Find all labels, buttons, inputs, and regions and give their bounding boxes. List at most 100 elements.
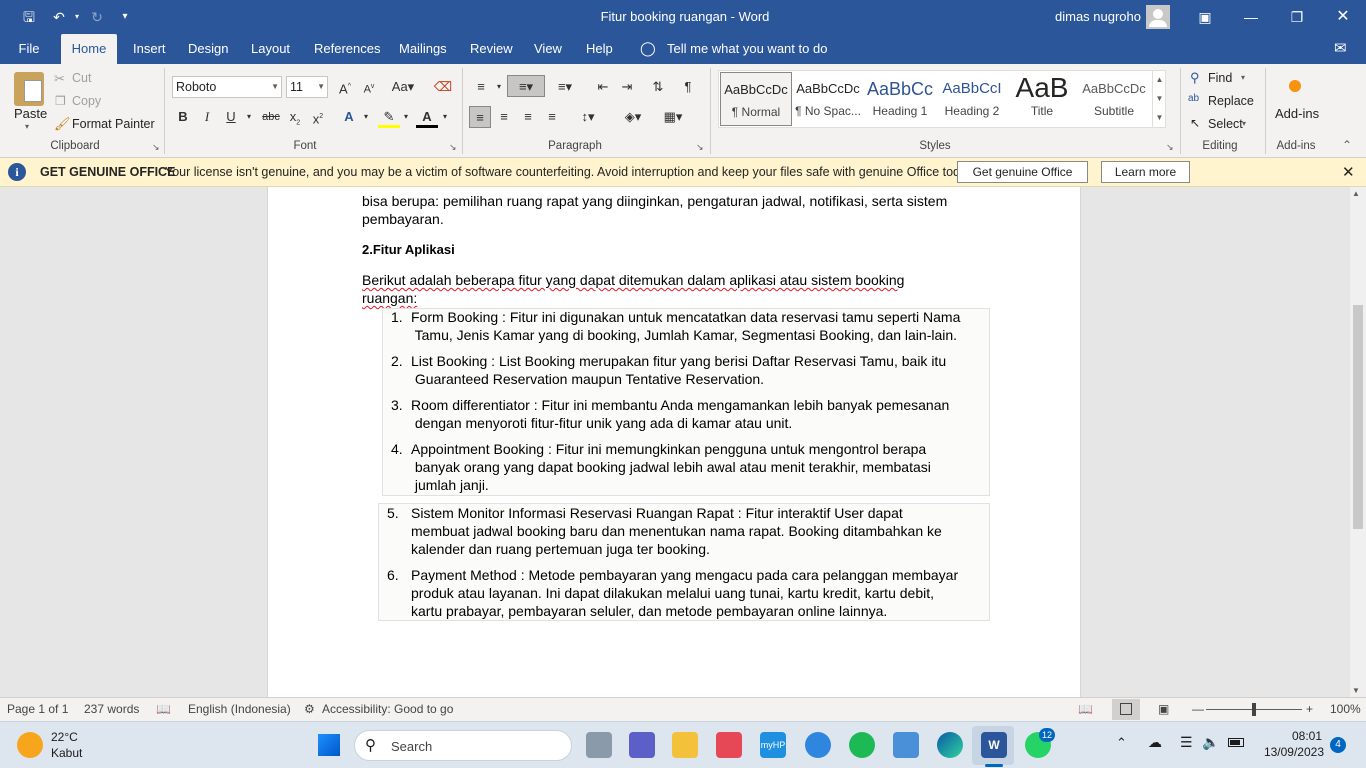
page-count[interactable]: Page 1 of 1 (7, 702, 68, 716)
align-right-icon[interactable]: ≡ (517, 106, 539, 128)
strikethrough-icon[interactable]: abc (260, 106, 282, 128)
font-color-dropdown-icon[interactable]: ▾ (434, 106, 456, 128)
superscript-icon[interactable]: x2 (307, 106, 329, 128)
add-ins-icon[interactable] (1289, 80, 1301, 92)
close-banner-icon[interactable]: ✕ (1342, 163, 1355, 181)
minimize-icon[interactable]: — (1242, 8, 1260, 26)
web-layout-icon[interactable]: ▣ (1158, 702, 1169, 716)
clear-formatting-icon[interactable]: ⌫ (432, 76, 454, 98)
print-layout-icon[interactable] (1112, 699, 1140, 720)
tab-design[interactable]: Design (182, 34, 232, 64)
copy-icon[interactable]: ❐ (55, 94, 66, 108)
find-button[interactable]: Find (1208, 71, 1232, 85)
scrollbar-thumb[interactable] (1353, 305, 1363, 529)
replace-button[interactable]: Replace (1208, 94, 1254, 108)
scroll-up-icon[interactable]: ▲ (1352, 189, 1360, 198)
decrease-indent-icon[interactable]: ⇤ (592, 76, 614, 98)
learn-more-button[interactable]: Learn more (1101, 161, 1190, 183)
increase-indent-icon[interactable]: ⇥ (616, 76, 638, 98)
start-icon[interactable] (318, 734, 340, 756)
style-heading-1[interactable]: AaBbCc Heading 1 (864, 72, 936, 126)
customize-toolbar-icon[interactable]: ▾ (116, 8, 134, 26)
paste-icon[interactable] (14, 72, 44, 106)
find-icon[interactable]: ⚲ (1190, 70, 1200, 86)
line-spacing-icon[interactable]: ↕▾ (572, 106, 604, 128)
paste-button[interactable]: Paste (14, 106, 47, 121)
borders-icon[interactable]: ▦▾ (658, 106, 688, 128)
tab-view[interactable]: View (528, 34, 566, 64)
clipboard-launcher-icon[interactable]: ↘ (152, 142, 160, 153)
notification-badge[interactable]: 4 (1330, 737, 1346, 753)
change-case-icon[interactable]: Aa▾ (388, 76, 418, 98)
task-view-icon[interactable] (586, 732, 612, 758)
word-count[interactable]: 237 words (84, 702, 139, 716)
grow-font-icon[interactable]: A^ (334, 76, 356, 98)
vertical-scrollbar[interactable]: ▲ ▼ (1350, 187, 1366, 697)
shrink-font-icon[interactable]: Av (358, 76, 380, 98)
show-hidden-icons-icon[interactable]: ⌃ (1116, 735, 1127, 751)
search-bar[interactable]: ⚲ Search (354, 730, 572, 761)
highlight-dropdown-icon[interactable]: ▾ (395, 106, 417, 128)
tell-me-search[interactable]: Tell me what you want to do (667, 41, 827, 56)
style-subtitle[interactable]: AaBbCcDc Subtitle (1078, 72, 1150, 126)
comments-icon[interactable]: ✉ (1334, 39, 1347, 57)
tab-file[interactable]: File (12, 34, 46, 64)
save-icon[interactable]: 🖫 (20, 8, 38, 26)
help-icon[interactable] (805, 732, 831, 758)
subscript-icon[interactable]: x2 (284, 106, 306, 128)
accessibility-status[interactable]: Accessibility: Good to go (322, 702, 453, 716)
style-title[interactable]: AaB Title (1006, 72, 1078, 126)
tab-mailings[interactable]: Mailings (393, 34, 449, 64)
select-button[interactable]: Select (1208, 117, 1243, 131)
underline-dropdown-icon[interactable]: ▾ (238, 106, 260, 128)
undo-dropdown-icon[interactable]: ▾ (68, 8, 86, 26)
myhp-icon[interactable]: myHP (760, 732, 786, 758)
format-painter-button[interactable]: Format Painter (72, 117, 155, 131)
format-painter-icon[interactable]: 🖌 (54, 116, 71, 132)
show-formatting-icon[interactable]: ¶ (677, 76, 699, 98)
redo-icon[interactable]: ↻ (88, 8, 106, 26)
add-ins-button[interactable]: Add-ins (1275, 106, 1319, 121)
get-genuine-office-button[interactable]: Get genuine Office (957, 161, 1088, 183)
tab-help[interactable]: Help (580, 34, 618, 64)
bold-icon[interactable]: B (172, 106, 194, 128)
font-size-field[interactable]: 11 ▼ (286, 76, 328, 98)
word-icon[interactable]: W (981, 732, 1007, 758)
restore-icon[interactable]: ❐ (1288, 8, 1306, 26)
onedrive-icon[interactable]: ☁ (1148, 734, 1162, 751)
style-heading-2[interactable]: AaBbCcI Heading 2 (936, 72, 1008, 126)
language-indicator[interactable]: English (Indonesia) (188, 702, 291, 716)
avatar[interactable] (1146, 5, 1170, 29)
find-dropdown-icon[interactable]: ▾ (1241, 73, 1245, 82)
microsoft-store-icon[interactable] (716, 732, 742, 758)
user-name[interactable]: dimas nugroho (1055, 9, 1141, 24)
collapse-ribbon-icon[interactable]: ⌃ (1342, 138, 1352, 152)
style-normal[interactable]: AaBbCcDc ¶ Normal (720, 72, 792, 126)
read-mode-icon[interactable]: 📖 (1078, 702, 1093, 716)
weather-icon[interactable] (17, 732, 43, 758)
multilevel-list-icon[interactable]: ≡▾ (552, 76, 578, 98)
proofing-icon[interactable]: 📖 (156, 702, 171, 716)
zoom-in-icon[interactable]: + (1306, 702, 1313, 716)
tab-review[interactable]: Review (464, 34, 514, 64)
style-no-spacing[interactable]: AaBbCcDc ¶ No Spac... (792, 72, 864, 126)
styles-launcher-icon[interactable]: ↘ (1166, 142, 1174, 153)
sort-icon[interactable]: ⇅ (647, 76, 669, 98)
file-explorer-icon[interactable] (672, 732, 698, 758)
volume-icon[interactable]: 🔈 (1202, 734, 1219, 751)
tab-references[interactable]: References (308, 34, 380, 64)
accessibility-icon[interactable]: ⚙ (304, 702, 315, 716)
styles-scroll-icon[interactable]: ▲ ▼ ▼ (1152, 70, 1166, 128)
clock-time[interactable]: 08:01 (1270, 729, 1322, 743)
zoom-slider-thumb[interactable] (1252, 703, 1256, 716)
align-center-icon[interactable]: ≡ (493, 106, 515, 128)
italic-icon[interactable]: I (196, 106, 218, 128)
close-icon[interactable]: ✕ (1334, 8, 1352, 26)
copy-button[interactable]: Copy (72, 94, 101, 108)
replace-icon[interactable]: ab (1188, 93, 1199, 104)
clock-date[interactable]: 13/09/2023 (1254, 745, 1324, 759)
font-launcher-icon[interactable]: ↘ (449, 142, 457, 153)
ribbon-display-options-icon[interactable]: ▣ (1196, 8, 1214, 26)
zoom-out-icon[interactable]: — (1192, 702, 1204, 716)
select-dropdown-icon[interactable]: ▾ (1242, 119, 1246, 128)
